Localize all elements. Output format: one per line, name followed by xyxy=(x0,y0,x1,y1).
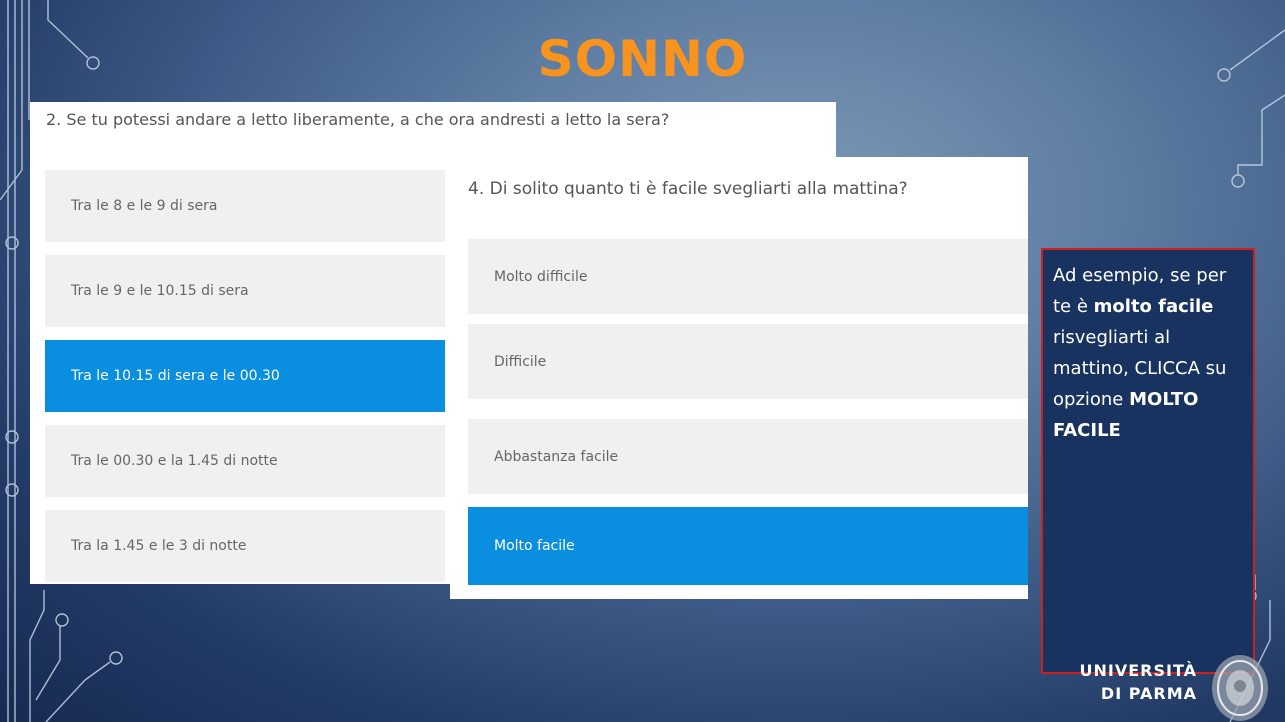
q2-option-5[interactable]: Tra la 1.45 e le 3 di notte xyxy=(45,510,445,582)
university-seal-icon xyxy=(1212,655,1268,721)
question-4-panel: 4. Di solito quanto ti è facile svegliar… xyxy=(450,157,1028,599)
logo-line-2: DI PARMA xyxy=(1100,684,1197,703)
university-logo-text: UNIVERSITÀ DI PARMA xyxy=(1080,659,1198,705)
question-4-text: 4. Di solito quanto ti è facile svegliar… xyxy=(468,179,908,199)
q2-option-3-selected[interactable]: Tra le 10.15 di sera e le 00.30 xyxy=(45,340,445,412)
q2-option-1[interactable]: Tra le 8 e le 9 di sera xyxy=(45,170,445,242)
q2-option-2[interactable]: Tra le 9 e le 10.15 di sera xyxy=(45,255,445,327)
instruction-note: Ad esempio, se per te è molto facile ris… xyxy=(1041,248,1255,674)
q4-option-2[interactable]: Difficile xyxy=(468,324,1028,399)
question-2-text: 2. Se tu potessi andare a letto liberame… xyxy=(46,110,670,129)
q4-option-3[interactable]: Abbastanza facile xyxy=(468,419,1028,494)
q2-option-4[interactable]: Tra le 00.30 e la 1.45 di notte xyxy=(45,425,445,497)
logo-line-1: UNIVERSITÀ xyxy=(1079,661,1197,680)
q4-option-1[interactable]: Molto difficile xyxy=(468,239,1028,314)
instruction-bold-1: molto facile xyxy=(1093,296,1214,317)
q4-option-4-selected[interactable]: Molto facile xyxy=(468,507,1028,585)
slide-title: SONNO xyxy=(537,30,748,88)
